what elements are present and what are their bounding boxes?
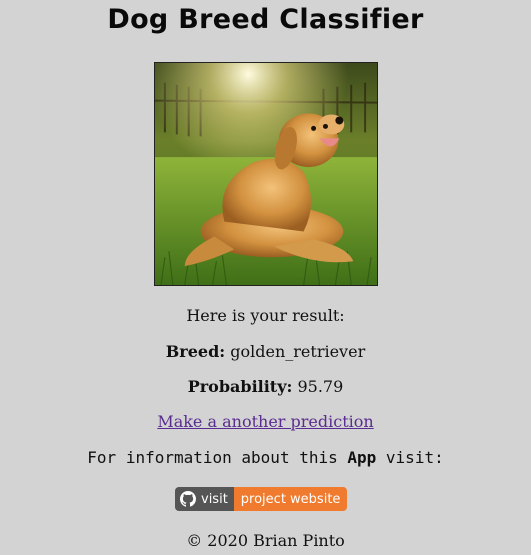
probability-label: Probability: xyxy=(187,377,293,396)
breed-value: golden_retriever xyxy=(230,342,366,361)
badge-right: project website xyxy=(233,487,348,511)
info-prefix: For information about this xyxy=(87,448,348,467)
badge-left-label: visit xyxy=(201,491,228,507)
badge-left: visit xyxy=(175,487,234,511)
github-icon xyxy=(180,491,196,507)
dog-photo xyxy=(154,62,378,286)
breed-row: Breed: golden_retriever xyxy=(0,342,531,362)
probability-row: Probability: 95.79 xyxy=(0,377,531,397)
info-line: For information about this App visit: xyxy=(0,448,531,468)
info-app-word: App xyxy=(347,448,377,467)
again-link-row: Make a another prediction xyxy=(0,412,531,432)
breed-label: Breed: xyxy=(165,342,226,361)
probability-value: 95.79 xyxy=(297,377,344,396)
make-another-prediction-link[interactable]: Make a another prediction xyxy=(157,412,373,431)
badge-right-label: project website xyxy=(240,491,341,507)
result-intro: Here is your result: xyxy=(186,306,345,325)
copyright: © 2020 Brian Pinto xyxy=(186,531,345,550)
info-suffix: visit: xyxy=(376,448,444,467)
project-website-badge[interactable]: visit project website xyxy=(175,487,348,511)
page-title: Dog Breed Classifier xyxy=(107,4,424,35)
